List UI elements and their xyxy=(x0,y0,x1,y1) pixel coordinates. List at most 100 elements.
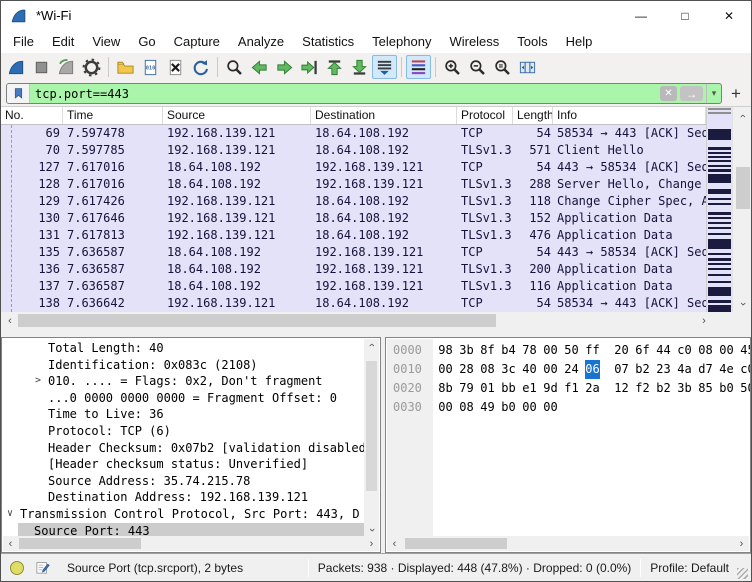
hex-byte[interactable]: 00 xyxy=(438,360,453,379)
packet-row[interactable]: 1297.617426192.168.139.12118.64.108.192T… xyxy=(1,193,706,210)
detail-line[interactable]: >010. .... = Flags: 0x2, Don't fragment xyxy=(2,373,365,390)
filter-dropdown-button[interactable]: ▾ xyxy=(706,84,721,103)
minimize-button[interactable]: — xyxy=(619,1,663,30)
column-header-no[interactable]: No. xyxy=(1,107,63,124)
hex-byte[interactable]: 50 xyxy=(564,341,579,360)
capture-comment-icon[interactable] xyxy=(35,560,50,575)
close-capture-file-button[interactable] xyxy=(163,55,188,79)
hex-byte[interactable]: 79 xyxy=(459,379,474,398)
hex-byte[interactable]: 44 xyxy=(656,341,671,360)
hex-byte[interactable]: b0 xyxy=(501,398,516,417)
menu-item-tools[interactable]: Tools xyxy=(508,32,556,51)
hex-byte[interactable]: 00 xyxy=(543,398,558,417)
packet-row[interactable]: 1377.63658718.64.108.192192.168.139.121T… xyxy=(1,278,706,295)
hex-byte[interactable]: bb xyxy=(501,379,516,398)
hex-byte[interactable]: 00 xyxy=(438,398,453,417)
packet-row[interactable]: 697.597478192.168.139.12118.64.108.192TC… xyxy=(1,125,706,142)
column-header-info[interactable]: Info xyxy=(553,107,706,124)
hex-byte[interactable]: 00 xyxy=(719,341,734,360)
filter-apply-button[interactable]: → xyxy=(680,86,703,101)
detail-line[interactable]: Protocol: TCP (6) xyxy=(2,423,365,440)
maximize-button[interactable]: □ xyxy=(663,1,707,30)
detail-line[interactable]: Time to Live: 36 xyxy=(2,406,365,423)
scroll-down-icon[interactable] xyxy=(733,297,752,310)
details-vscrollbar[interactable] xyxy=(364,339,379,536)
menu-item-file[interactable]: File xyxy=(4,32,43,51)
column-header-source[interactable]: Source xyxy=(163,107,311,124)
expander-icon[interactable]: > xyxy=(35,373,41,390)
capture-restart-button[interactable] xyxy=(54,55,79,79)
hex-byte[interactable]: 8f xyxy=(480,341,495,360)
hex-byte[interactable]: ff xyxy=(585,341,600,360)
zoom-normal-button[interactable] xyxy=(490,55,515,79)
scrollbar-thumb[interactable] xyxy=(736,167,750,209)
wireshark-start-button[interactable] xyxy=(4,55,29,79)
hex-byte[interactable]: 4a xyxy=(677,360,692,379)
packet-list-hscrollbar[interactable] xyxy=(1,312,713,330)
profile-text[interactable]: Profile: Default xyxy=(650,561,729,575)
hex-byte[interactable]: 12 xyxy=(614,379,629,398)
scroll-right-icon[interactable] xyxy=(365,536,378,551)
column-header-time[interactable]: Time xyxy=(63,107,163,124)
column-header-destination[interactable]: Destination xyxy=(311,107,457,124)
packet-row[interactable]: 1287.61701618.64.108.192192.168.139.121T… xyxy=(1,176,706,193)
zoom-in-button[interactable] xyxy=(440,55,465,79)
detail-line[interactable]: Total Length: 40 xyxy=(2,340,365,357)
hex-byte[interactable]: b2 xyxy=(656,379,671,398)
detail-line[interactable]: ...0 0000 0000 0000 = Fragment Offset: 0 xyxy=(2,390,365,407)
open-capture-file-button[interactable] xyxy=(113,55,138,79)
details-hscrollbar[interactable] xyxy=(3,536,379,551)
detail-line[interactable]: Header Checksum: 0x07b2 [validation disa… xyxy=(2,440,365,457)
scroll-up-icon[interactable] xyxy=(733,109,752,122)
detail-line[interactable]: Identification: 0x083c (2108) xyxy=(2,357,365,374)
packet-row[interactable]: 1387.636642192.168.139.12118.64.108.192T… xyxy=(1,295,706,312)
hex-byte[interactable]: 3b xyxy=(459,341,474,360)
capture-stop-button[interactable] xyxy=(29,55,54,79)
hex-byte[interactable]: c0 xyxy=(740,360,751,379)
menu-item-analyze[interactable]: Analyze xyxy=(229,32,293,51)
hex-byte[interactable]: 3b xyxy=(677,379,692,398)
colorize-packets-button[interactable] xyxy=(406,55,431,79)
detail-line[interactable]: ∨Transmission Control Protocol, Src Port… xyxy=(2,506,365,523)
scrollbar-thumb[interactable] xyxy=(19,538,141,549)
packet-row[interactable]: 1317.617813192.168.139.12118.64.108.192T… xyxy=(1,227,706,244)
packet-row[interactable]: 707.597785192.168.139.12118.64.108.192TL… xyxy=(1,142,706,159)
go-to-first-button[interactable] xyxy=(322,55,347,79)
display-filter-input[interactable]: tcp.port==443 xyxy=(30,87,660,101)
hex-byte[interactable]: 00 xyxy=(543,341,558,360)
hex-byte[interactable]: 06 xyxy=(585,360,600,379)
packet-row[interactable]: 1307.617646192.168.139.12118.64.108.192T… xyxy=(1,210,706,227)
menu-item-view[interactable]: View xyxy=(83,32,129,51)
scroll-left-icon[interactable] xyxy=(4,536,17,551)
bytes-hscrollbar[interactable] xyxy=(387,536,749,551)
resize-grip[interactable] xyxy=(737,568,748,579)
menu-item-go[interactable]: Go xyxy=(129,32,164,51)
scroll-right-icon[interactable] xyxy=(735,536,748,551)
hex-byte[interactable]: 78 xyxy=(522,341,537,360)
menu-item-help[interactable]: Help xyxy=(557,32,602,51)
title-bar[interactable]: *Wi-Fi — □ ✕ xyxy=(1,1,751,30)
menu-item-statistics[interactable]: Statistics xyxy=(293,32,363,51)
hex-byte[interactable]: 6f xyxy=(635,341,650,360)
pane-splitter[interactable] xyxy=(1,330,751,337)
column-header-protocol[interactable]: Protocol xyxy=(457,107,513,124)
hex-byte[interactable]: f2 xyxy=(635,379,650,398)
hex-byte[interactable]: b2 xyxy=(635,360,650,379)
capture-options-button[interactable] xyxy=(79,55,104,79)
scrollbar-thumb[interactable] xyxy=(405,538,507,549)
go-back-button[interactable] xyxy=(247,55,272,79)
hex-byte[interactable]: 01 xyxy=(480,379,495,398)
hex-byte[interactable]: 2a xyxy=(585,379,600,398)
menu-item-wireless[interactable]: Wireless xyxy=(440,32,508,51)
detail-line[interactable]: [Header checksum status: Unverified] xyxy=(2,456,365,473)
detail-line[interactable]: Destination Address: 192.168.139.121 xyxy=(2,489,365,506)
scroll-left-icon[interactable] xyxy=(3,312,17,330)
expert-info-icon[interactable] xyxy=(10,561,24,575)
find-packet-button[interactable] xyxy=(222,55,247,79)
go-to-packet-button[interactable] xyxy=(297,55,322,79)
scroll-down-icon[interactable] xyxy=(364,524,379,536)
hex-byte[interactable]: 07 xyxy=(614,360,629,379)
hex-byte[interactable]: 24 xyxy=(564,360,579,379)
hex-byte[interactable]: 50 xyxy=(740,379,751,398)
hex-byte[interactable]: 23 xyxy=(656,360,671,379)
